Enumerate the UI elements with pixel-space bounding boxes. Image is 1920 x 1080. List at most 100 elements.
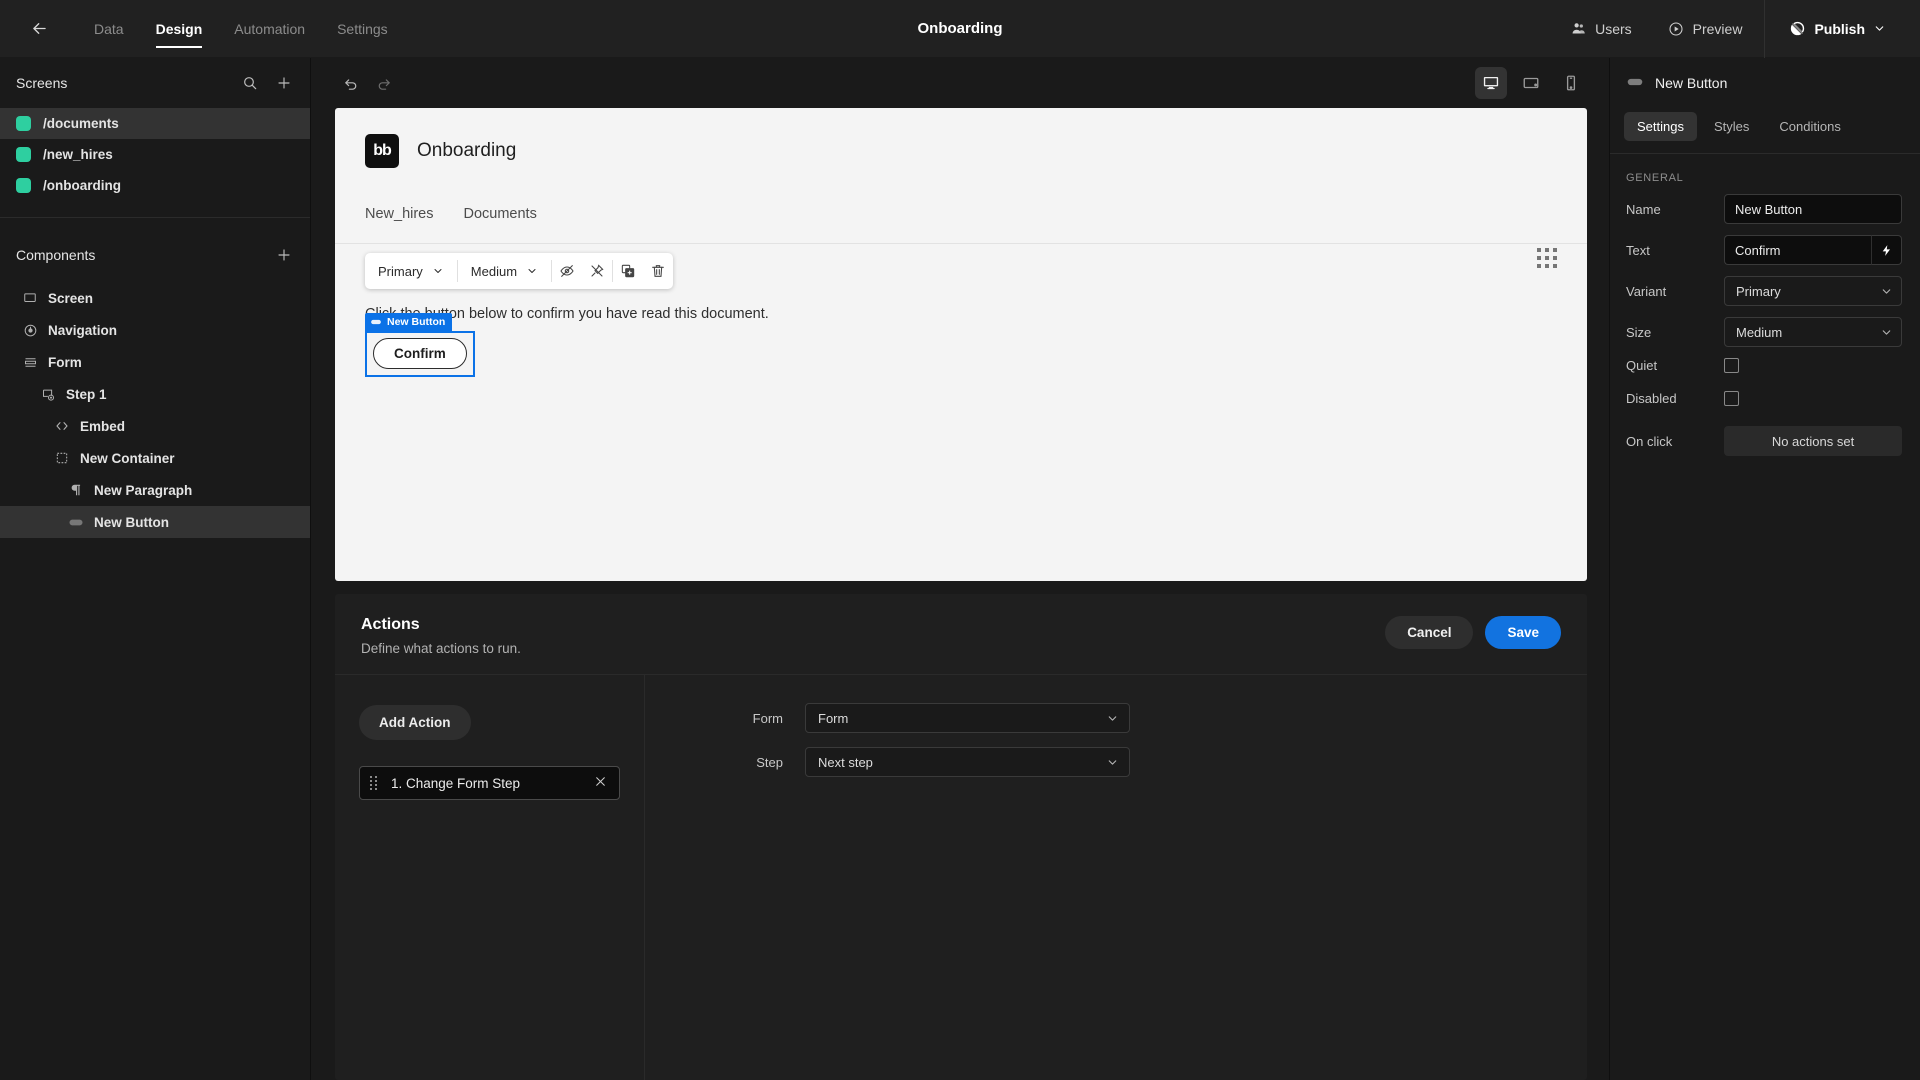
top-nav: Data Design Automation Settings	[78, 0, 404, 58]
preview-tab-documents[interactable]: Documents	[464, 206, 537, 222]
actions-panel: Actions Define what actions to run. Canc…	[311, 594, 1609, 1080]
selection-outline: Confirm	[365, 331, 475, 377]
search-screens-button[interactable]	[242, 75, 258, 91]
prop-row-name: Name New Button	[1610, 194, 1920, 224]
top-bar-right: Users Preview Publish	[1553, 0, 1920, 58]
action-item-change-form-step[interactable]: 1. Change Form Step	[359, 766, 620, 800]
hide-component-button[interactable]	[552, 253, 582, 289]
actions-body: Add Action 1. Change Form Step Form Form…	[335, 674, 1587, 1080]
add-component-button[interactable]	[276, 247, 292, 263]
name-input[interactable]: New Button	[1724, 194, 1902, 224]
preview-paragraph[interactable]: Click the button below to confirm you ha…	[365, 284, 1557, 322]
variant-dropdown[interactable]: Primary	[365, 253, 457, 289]
tree-item-new-paragraph[interactable]: New Paragraph	[0, 474, 310, 506]
tab-conditions-panel[interactable]: Conditions	[1766, 112, 1853, 141]
screen-item-onboarding[interactable]: /onboarding	[0, 170, 310, 201]
step-select[interactable]: Next step	[805, 747, 1130, 777]
components-panel-header: Components	[0, 230, 310, 280]
screen-item-documents[interactable]: /documents	[0, 108, 310, 139]
device-desktop-button[interactable]	[1475, 67, 1507, 99]
app-body: Screens /documents /new_hires /onboardin…	[0, 58, 1920, 1080]
prop-row-size: Size Medium	[1610, 317, 1920, 347]
settings-section-label: GENERAL	[1626, 172, 1684, 184]
disabled-checkbox[interactable]	[1724, 391, 1739, 406]
tab-settings[interactable]: Settings	[321, 0, 404, 58]
plus-icon	[278, 249, 290, 261]
size-select-value: Medium	[1736, 324, 1783, 340]
field-row-form: Form Form	[645, 703, 1587, 733]
chevron-down-icon	[434, 269, 442, 273]
drag-handle-icon[interactable]	[370, 776, 377, 790]
publish-globe-off-icon	[1791, 21, 1805, 36]
screen-item-label: /onboarding	[43, 178, 121, 193]
size-select[interactable]: Medium	[1724, 317, 1902, 347]
publish-button[interactable]: Publish	[1769, 0, 1902, 58]
tree-item-navigation[interactable]: Navigation	[0, 314, 310, 346]
users-label: Users	[1595, 20, 1632, 37]
step-select-value: Next step	[818, 754, 873, 770]
close-icon[interactable]	[594, 775, 607, 792]
tab-settings-panel[interactable]: Settings	[1624, 112, 1697, 141]
add-action-button[interactable]: Add Action	[359, 705, 471, 740]
tree-item-label: Screen	[48, 290, 94, 306]
tree-item-label: Form	[48, 354, 82, 370]
action-settings-column: Form Form Step Next step	[645, 675, 1587, 1080]
back-button[interactable]	[22, 12, 56, 46]
tree-item-label: New Button	[94, 514, 169, 530]
preview-label: Preview	[1692, 20, 1743, 37]
prop-control-size: Medium	[1724, 317, 1902, 347]
on-click-actions-button[interactable]: No actions set	[1724, 426, 1902, 456]
form-select[interactable]: Form	[805, 703, 1130, 733]
tab-styles-panel[interactable]: Styles	[1701, 112, 1762, 141]
eye-off-icon	[560, 265, 574, 277]
app-preview-canvas[interactable]: bb Onboarding New_hires Documents Primar…	[335, 108, 1587, 581]
field-label-form: Form	[752, 710, 783, 726]
screen-icon	[22, 290, 38, 306]
tree-item-embed[interactable]: Embed	[0, 410, 310, 442]
add-screen-button[interactable]	[276, 75, 292, 91]
quiet-checkbox[interactable]	[1724, 358, 1739, 373]
redo-button[interactable]	[367, 67, 399, 99]
tree-item-new-container[interactable]: New Container	[0, 442, 310, 474]
variant-select[interactable]: Primary	[1724, 276, 1902, 306]
field-label-step: Step	[756, 754, 783, 770]
search-icon	[244, 77, 257, 90]
tab-design-label: Design	[155, 20, 203, 37]
play-circle-icon	[1669, 21, 1683, 36]
delete-component-button[interactable]	[643, 253, 673, 289]
prop-control-name: New Button	[1724, 194, 1902, 224]
preview-tab-new-hires[interactable]: New_hires	[365, 206, 434, 222]
variant-value: Primary	[378, 263, 423, 279]
tree-item-step-1[interactable]: Step 1	[0, 378, 310, 410]
chevron-down-icon	[1880, 326, 1893, 339]
actions-heading: Actions	[361, 616, 420, 633]
screen-item-new-hires[interactable]: /new_hires	[0, 139, 310, 170]
tab-data[interactable]: Data	[78, 0, 140, 58]
left-panel: Screens /documents /new_hires /onboardin…	[0, 58, 311, 1080]
tab-automation[interactable]: Automation	[218, 0, 321, 58]
tree-item-label: Step 1	[66, 386, 107, 402]
tab-design[interactable]: Design	[140, 0, 219, 58]
undo-button[interactable]	[335, 67, 367, 99]
tree-item-form[interactable]: Form	[0, 346, 310, 378]
undo-icon	[344, 78, 356, 90]
components-title: Components	[16, 247, 96, 263]
tree-item-screen[interactable]: Screen	[0, 282, 310, 314]
device-mobile-button[interactable]	[1555, 67, 1587, 99]
preview-button[interactable]: Preview	[1650, 0, 1761, 58]
size-dropdown[interactable]: Medium	[458, 253, 551, 289]
users-button[interactable]: Users	[1553, 0, 1650, 58]
unpin-component-button[interactable]	[582, 253, 612, 289]
confirm-button[interactable]: Confirm	[373, 338, 467, 369]
lightning-bolt-icon	[1882, 244, 1891, 256]
device-tablet-button[interactable]	[1515, 67, 1547, 99]
text-input[interactable]: Confirm	[1724, 235, 1871, 265]
cancel-button[interactable]: Cancel	[1385, 616, 1474, 649]
save-button[interactable]: Save	[1485, 616, 1561, 649]
prop-control-quiet	[1724, 358, 1902, 373]
duplicate-component-button[interactable]	[613, 253, 643, 289]
tree-item-new-button[interactable]: New Button	[0, 506, 310, 538]
prop-label-quiet: Quiet	[1626, 358, 1658, 373]
text-binding-button[interactable]	[1871, 235, 1902, 265]
paragraph-icon	[68, 482, 84, 498]
